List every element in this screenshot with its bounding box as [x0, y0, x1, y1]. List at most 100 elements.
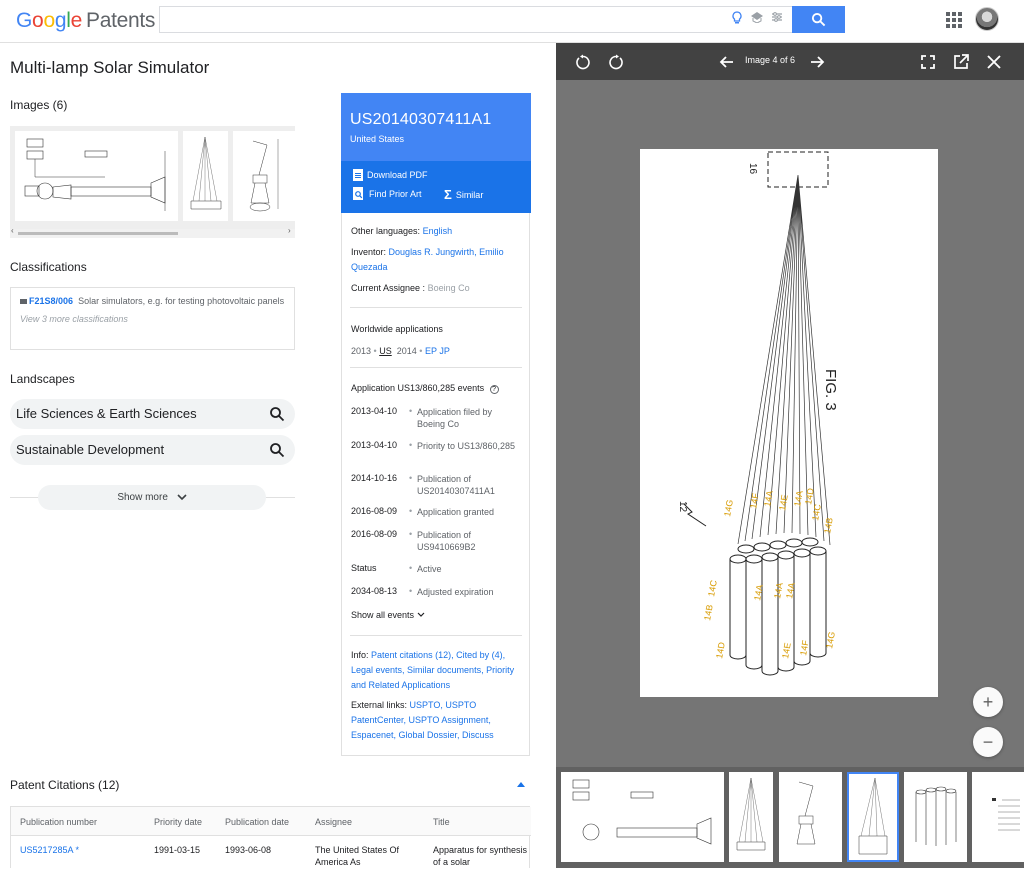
column-header[interactable]: Priority date: [154, 816, 202, 828]
landscape-chip[interactable]: Sustainable Development: [10, 435, 295, 465]
label-14A: 14A: [762, 490, 775, 508]
label-14B: 14B: [822, 517, 835, 535]
label-14B: 14B: [702, 604, 715, 622]
column-header[interactable]: Title: [433, 816, 450, 828]
assignee-label: Current Assignee: [351, 283, 421, 293]
column-header[interactable]: Publication date: [225, 816, 289, 828]
event-text: Publication of US9410669B2: [417, 530, 476, 552]
scholar-icon[interactable]: [750, 11, 764, 27]
label-14A: 14A: [792, 490, 805, 508]
user-avatar[interactable]: [975, 7, 999, 31]
images-carousel[interactable]: [10, 126, 295, 238]
help-icon[interactable]: ?: [489, 385, 499, 394]
filmstrip-thumbnail[interactable]: [904, 772, 967, 862]
search-input[interactable]: [159, 6, 792, 33]
lightbulb-icon[interactable]: [730, 11, 744, 27]
other-languages-link[interactable]: English: [423, 226, 453, 236]
chevron-down-icon: [177, 494, 187, 501]
event-dot: •: [409, 586, 413, 596]
search-icon: [270, 443, 285, 458]
thumbnail-strip: [556, 767, 1024, 868]
divider: [350, 367, 522, 368]
search-button[interactable]: [792, 6, 845, 33]
zoom-out-button[interactable]: −: [973, 727, 1003, 757]
inventor-label: Inventor:: [351, 247, 387, 257]
event-text: Publication of US20140307411A1: [417, 474, 495, 496]
filmstrip-thumbnail[interactable]: [729, 772, 773, 862]
image-thumbnail[interactable]: [233, 131, 295, 221]
image-counter: Image 4 of 6: [745, 55, 796, 65]
classification-code[interactable]: F21S8/006: [29, 296, 73, 306]
previous-image-arrow-icon[interactable]: [718, 53, 736, 71]
info-links[interactable]: Patent citations (12), Cited by (4), Leg…: [351, 650, 514, 690]
rotate-right-icon[interactable]: [607, 53, 625, 71]
similar-label: Similar: [455, 189, 484, 200]
scroll-right-icon[interactable]: ›: [288, 226, 291, 235]
column-header[interactable]: Assignee: [315, 816, 352, 828]
scroll-left-icon[interactable]: ‹: [11, 226, 14, 235]
similar-button[interactable]: Σ Similar: [444, 187, 483, 202]
event-date: 2034-08-13: [351, 586, 398, 596]
label-14C: 14C: [810, 503, 823, 521]
event-text: Active: [417, 564, 442, 574]
column-header[interactable]: Publication number: [20, 816, 97, 828]
zoom-in-button[interactable]: +: [973, 687, 1003, 717]
rotate-left-icon[interactable]: [574, 53, 592, 71]
event-date: 2014-10-16: [351, 473, 398, 483]
sigma-icon: Σ: [444, 187, 452, 202]
close-icon[interactable]: [985, 53, 1003, 71]
filmstrip-thumbnail[interactable]: [779, 772, 842, 862]
figure-label: FIG. 3: [822, 369, 839, 411]
table-row: US5217285A * 1991-03-15 1993-06-08 The U…: [11, 837, 531, 869]
search-icon: [270, 407, 285, 422]
prior-art-icon: [353, 187, 363, 200]
event-date: 2013-04-10: [351, 406, 398, 416]
patent-card: US20140307411A1 United States Download P…: [341, 93, 531, 756]
fullscreen-icon[interactable]: [919, 53, 937, 71]
current-assignee: Current Assignee : Boeing Co: [351, 283, 470, 293]
google-patents-logo[interactable]: Google Patents: [16, 9, 155, 33]
label-14G: 14G: [824, 631, 837, 649]
event-date: 2013-04-10: [351, 440, 398, 450]
open-in-new-icon[interactable]: [952, 53, 970, 71]
more-classifications-link[interactable]: View 3 more classifications: [20, 312, 285, 327]
apps-grid-icon[interactable]: [946, 12, 962, 28]
scrollbar-thumb[interactable]: [18, 232, 178, 235]
worldwide-year: 2014: [396, 346, 417, 356]
download-pdf-button[interactable]: Download PDF: [353, 169, 428, 181]
show-all-events-link[interactable]: Show all events: [351, 608, 523, 623]
worldwide-country-link[interactable]: EP JP: [425, 346, 450, 356]
download-pdf-label: Download PDF: [367, 170, 428, 180]
filmstrip-thumbnail[interactable]: [972, 772, 1024, 862]
collapse-arrow-icon[interactable]: [517, 782, 525, 787]
find-prior-art-label: Find Prior Art: [369, 188, 422, 199]
label-14C: 14C: [706, 579, 719, 597]
find-prior-art-button[interactable]: Find Prior Art: [353, 187, 422, 200]
next-image-arrow-icon[interactable]: [808, 53, 826, 71]
show-more-label: Show more: [117, 492, 168, 503]
citation-priority-date: 1991-03-15: [154, 845, 201, 855]
show-more-button[interactable]: Show more: [38, 485, 266, 510]
top-bar: Google Patents: [0, 0, 1024, 43]
external-links-section: External links: USPTO, USPTO PatentCente…: [351, 698, 523, 743]
image-thumbnail[interactable]: [183, 131, 228, 221]
worldwide-country-link[interactable]: US: [379, 346, 392, 356]
event-date: Status: [351, 563, 377, 573]
filmstrip-thumbnail[interactable]: [561, 772, 724, 862]
other-languages: Other languages: English: [351, 224, 523, 239]
filmstrip-thumbnail-selected[interactable]: [847, 772, 899, 862]
citation-number-link[interactable]: US5217285A *: [20, 844, 79, 856]
logo-patents-text: Patents: [85, 9, 156, 32]
inventor: Inventor: Douglas R. Jungwirth, Emilio Q…: [351, 245, 523, 275]
tune-icon[interactable]: [770, 11, 784, 27]
images-scrollbar[interactable]: ‹ ›: [10, 226, 295, 238]
page-title: Multi-lamp Solar Simulator: [10, 58, 210, 77]
event-text: Application filed by Boeing Co: [417, 407, 493, 429]
landscape-chip[interactable]: Life Sciences & Earth Sciences: [10, 399, 295, 429]
image-thumbnail[interactable]: [15, 131, 178, 221]
patent-card-header: US20140307411A1 United States: [341, 93, 531, 161]
viewer-toolbar: Image 4 of 6: [556, 43, 1024, 80]
event-dot: •: [409, 406, 413, 416]
classifications-box: F21S8/006 Solar simulators, e.g. for tes…: [10, 287, 295, 350]
citations-table: Publication number Priority date Publica…: [10, 806, 531, 869]
